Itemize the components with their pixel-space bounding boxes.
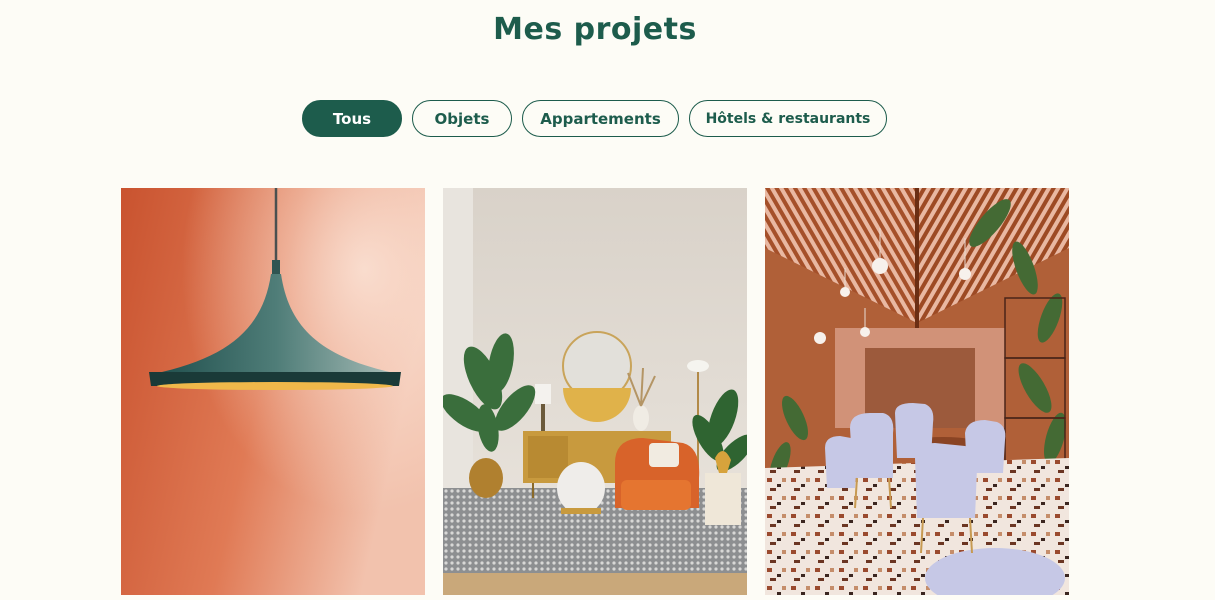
- pendant-lamp-image: [121, 188, 425, 595]
- section-title: Mes projets: [493, 12, 697, 47]
- projects-section: Mes projets Tous Objets Appartements Hôt…: [0, 0, 1215, 600]
- restaurant-image: [765, 188, 1069, 595]
- project-card-restaurant[interactable]: [765, 188, 1069, 595]
- filter-objects-button[interactable]: Objets: [412, 100, 512, 137]
- living-room-image: [443, 188, 747, 595]
- filter-all-button[interactable]: Tous: [302, 100, 402, 137]
- filter-bar: Tous Objets Appartements Hôtels & restau…: [302, 100, 887, 137]
- project-card-living-room[interactable]: [443, 188, 747, 595]
- project-card-lamp[interactable]: [121, 188, 425, 595]
- filter-apartments-button[interactable]: Appartements: [522, 100, 679, 137]
- project-gallery: [121, 188, 1069, 595]
- filter-hotels-restaurants-button[interactable]: Hôtels & restaurants: [689, 100, 887, 137]
